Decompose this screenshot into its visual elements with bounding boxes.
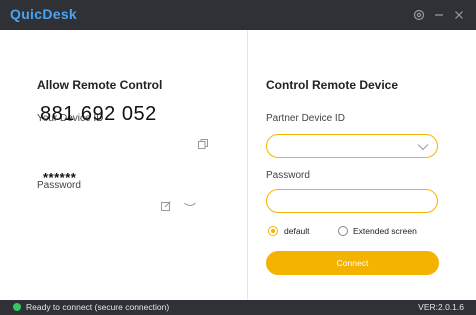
- app-title: QuicDesk: [10, 6, 77, 22]
- allow-remote-panel: [0, 30, 248, 300]
- close-icon[interactable]: [450, 6, 468, 24]
- radio-extended-screen[interactable]: [338, 226, 348, 236]
- chevron-down-icon[interactable]: [417, 142, 429, 151]
- minimize-icon[interactable]: [430, 6, 448, 24]
- control-remote-heading: Control Remote Device: [266, 78, 399, 92]
- gear-icon[interactable]: [410, 6, 428, 24]
- radio-default-dot: [270, 228, 275, 233]
- status-text: Ready to connect (secure connection): [26, 302, 170, 312]
- status-indicator: [13, 303, 21, 311]
- radio-extended-screen-label[interactable]: Extended screen: [353, 226, 417, 236]
- radio-default[interactable]: [268, 226, 278, 236]
- version-label: VER:2.0.1.6: [418, 302, 464, 312]
- partner-id-field[interactable]: [266, 134, 438, 158]
- remote-password-field[interactable]: [266, 189, 438, 213]
- allow-remote-heading: Allow Remote Control: [37, 78, 163, 92]
- edit-icon[interactable]: [159, 199, 173, 213]
- radio-default-label[interactable]: default: [284, 226, 310, 236]
- remote-password-label: Password: [266, 170, 310, 181]
- status-bar: Ready to connect (secure connection) VER…: [0, 300, 476, 315]
- copy-icon[interactable]: [196, 137, 210, 151]
- partner-id-label: Partner Device ID: [266, 113, 345, 124]
- connect-button[interactable]: Connect: [266, 251, 439, 275]
- chevron-down-icon[interactable]: [182, 199, 198, 211]
- title-bar: QuicDesk: [0, 0, 476, 30]
- password-mask: ******: [43, 170, 77, 185]
- device-id-value: 881 692 052: [40, 103, 157, 125]
